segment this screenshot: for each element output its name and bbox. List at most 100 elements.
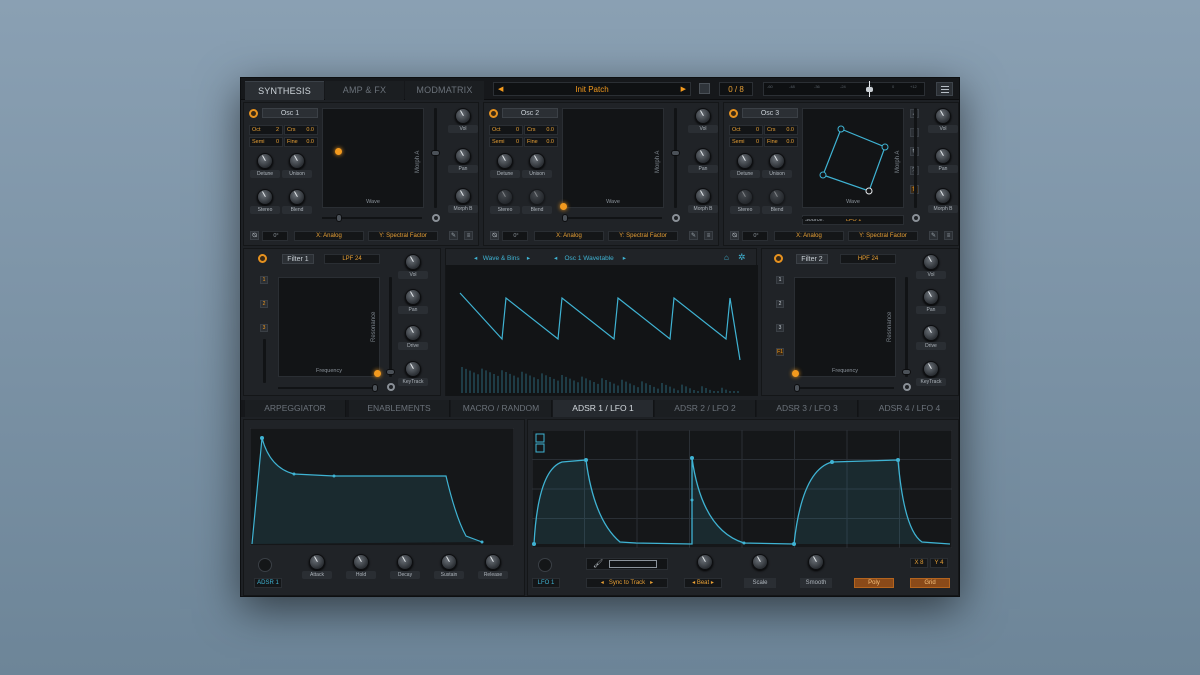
osc-1-morph-b-knob[interactable]: Morph B: [448, 188, 478, 216]
mod-tab-3[interactable]: MACRO / RANDOM: [451, 400, 552, 417]
osc-2-blend-knob-dial[interactable]: [529, 189, 545, 205]
menu-icon[interactable]: [936, 82, 953, 96]
tab-amp-fx[interactable]: AMP & FX: [325, 81, 404, 100]
osc-1-xy-pad[interactable]: Wave Morph A: [322, 108, 424, 208]
osc-1-pan-knob-dial[interactable]: [455, 148, 471, 164]
adsr-hold-knob-dial[interactable]: [353, 554, 369, 570]
mod-tab-6[interactable]: ADSR 3 / LFO 3: [757, 400, 858, 417]
osc-1-semi-field[interactable]: Semi 0: [249, 137, 283, 147]
filter-1-settings-icon[interactable]: [258, 254, 267, 263]
wavetable-selector[interactable]: ◂ Osc 1 Wavetable ▸: [554, 254, 626, 262]
osc-2-settings-icon[interactable]: [489, 109, 498, 118]
filter-1-side-slider[interactable]: [263, 339, 266, 383]
osc-1-detune-knob-dial[interactable]: [257, 153, 273, 169]
osc-2-blend-knob[interactable]: Blend: [522, 189, 552, 217]
osc-2-detune-knob-dial[interactable]: [497, 153, 513, 169]
osc-2-y-selector[interactable]: Y: Spectral Factor: [608, 231, 678, 241]
osc-2-edit-icon[interactable]: ✎: [689, 231, 698, 240]
filter-2-vol-knob-dial[interactable]: [923, 254, 939, 270]
filter-2-hslider[interactable]: [794, 384, 894, 392]
osc-1-vol-knob-dial[interactable]: [455, 108, 471, 124]
osc-2-h-slider[interactable]: [562, 214, 662, 222]
filter-1-pad-handle[interactable]: [374, 370, 381, 377]
osc-2-unison-knob-dial[interactable]: [529, 153, 545, 169]
osc-1-stereo-knob[interactable]: Stereo: [250, 189, 280, 217]
osc-1-blend-knob[interactable]: Blend: [282, 189, 312, 217]
grid-button[interactable]: Grid: [910, 578, 950, 588]
patch-next-button[interactable]: ▶: [681, 83, 686, 96]
osc-2-fine-field[interactable]: Fine 0.0: [524, 137, 558, 147]
filter-1-drive-knob-dial[interactable]: [405, 325, 421, 341]
filter-1-route-2[interactable]: 2: [260, 300, 268, 308]
osc-1-edit-icon[interactable]: ✎: [449, 231, 458, 240]
filter-2-vslider[interactable]: [902, 277, 911, 377]
osc-1-pan-knob[interactable]: Pan: [448, 148, 478, 176]
filter-1-pan-knob[interactable]: Pan: [398, 289, 428, 317]
filter-2-route-1[interactable]: 1: [776, 276, 784, 284]
osc-3-oct-field[interactable]: Oct 0: [729, 125, 763, 135]
filter-2-vslider-thumb[interactable]: [902, 369, 911, 375]
osc-1-settings-icon[interactable]: [249, 109, 258, 118]
filter-2-route-3[interactable]: 3: [776, 324, 784, 332]
lfo-grid-x[interactable]: X 8: [910, 558, 928, 568]
adsr-release-knob[interactable]: Release: [478, 554, 508, 582]
osc-3-y-selector[interactable]: Y: Spectral Factor: [848, 231, 918, 241]
osc-1-pad-handle[interactable]: [335, 148, 342, 155]
filter-2-route-2[interactable]: 2: [776, 300, 784, 308]
filter-1-keytrack-knob-dial[interactable]: [405, 361, 421, 377]
filter-2-keytrack-knob-dial[interactable]: [923, 361, 939, 377]
tab-synthesis[interactable]: SYNTHESIS: [245, 81, 324, 100]
osc-3-morph-b-knob[interactable]: Morph B: [928, 188, 958, 216]
filter-2-pan-knob-dial[interactable]: [923, 289, 939, 305]
patch-selector[interactable]: ◀ Init Patch ▶: [493, 82, 691, 96]
filter-2-vol-knob[interactable]: Vol: [916, 254, 946, 282]
osc-1-unison-knob-dial[interactable]: [289, 153, 305, 169]
filter-1-drive-knob[interactable]: Drive: [398, 325, 428, 353]
adsr-sustain-knob-dial[interactable]: [441, 554, 457, 570]
osc-2-morph-thumb[interactable]: [671, 150, 680, 156]
osc-3-phase-icon[interactable]: ⦰: [730, 231, 739, 240]
osc-2-phase-icon[interactable]: ⦰: [490, 231, 499, 240]
mod-tab-7[interactable]: ADSR 4 / LFO 4: [859, 400, 959, 417]
osc-1-crs-field[interactable]: Crs 0.0: [284, 125, 318, 135]
osc-3-crs-field[interactable]: Crs 0.0: [764, 125, 798, 135]
osc-3-unison-knob[interactable]: Unison: [762, 153, 792, 181]
adsr-enable-toggle[interactable]: [258, 558, 272, 572]
patch-prev-button[interactable]: ◀: [498, 83, 503, 96]
osc-1-detune-knob[interactable]: Detune: [250, 153, 280, 181]
osc-1-oct-field[interactable]: Oct 2: [249, 125, 283, 135]
osc-2-pad-handle[interactable]: [560, 203, 567, 210]
filter-2-drive-knob[interactable]: Drive: [916, 325, 946, 353]
osc-2-reset-icon[interactable]: [672, 214, 680, 222]
save-icon[interactable]: [699, 83, 710, 94]
osc-1-morph-b-knob-dial[interactable]: [455, 188, 471, 204]
filter-2-pan-knob[interactable]: Pan: [916, 289, 946, 317]
adsr-release-knob-dial[interactable]: [485, 554, 501, 570]
filter-2-pad-handle[interactable]: [792, 370, 799, 377]
osc-1-reset-icon[interactable]: [432, 214, 440, 222]
osc-2-vol-knob[interactable]: Vol: [688, 108, 718, 136]
lfo-beat-selector[interactable]: ◂ Beat ▸: [684, 578, 722, 588]
brush-icon[interactable]: 🖌: [593, 559, 603, 568]
lfo-grid-y[interactable]: Y 4: [930, 558, 948, 568]
settings-icon[interactable]: ✲: [738, 252, 746, 263]
filter-2-route-f1[interactable]: F1: [776, 348, 784, 356]
mod-tab-4[interactable]: ADSR 1 / LFO 1: [553, 400, 654, 417]
filter-1-keytrack-knob[interactable]: KeyTrack: [398, 361, 428, 389]
adsr-name[interactable]: ADSR 1: [254, 578, 282, 588]
filter-1-hslider-thumb[interactable]: [372, 384, 378, 392]
filter-2-xy-pad[interactable]: Frequency Resonance: [794, 277, 896, 377]
osc-3-edit-icon[interactable]: ✎: [929, 231, 938, 240]
filter-2-settings-icon[interactable]: [774, 254, 783, 263]
osc-3-h-slider[interactable]: [802, 217, 902, 219]
osc-2-pan-knob[interactable]: Pan: [688, 148, 718, 176]
osc-2-semi-field[interactable]: Semi 0: [489, 137, 523, 147]
osc-2-oct-field[interactable]: Oct 0: [489, 125, 523, 135]
osc-3-phase[interactable]: 0°: [742, 231, 768, 241]
filter-1-vol-knob[interactable]: Vol: [398, 254, 428, 282]
osc-3-pan-knob[interactable]: Pan: [928, 148, 958, 176]
osc-3-reset-icon[interactable]: [912, 214, 920, 222]
osc-2-unison-knob[interactable]: Unison: [522, 153, 552, 181]
osc-3-unison-knob-dial[interactable]: [769, 153, 785, 169]
osc-1-morph-slider[interactable]: [431, 108, 440, 208]
